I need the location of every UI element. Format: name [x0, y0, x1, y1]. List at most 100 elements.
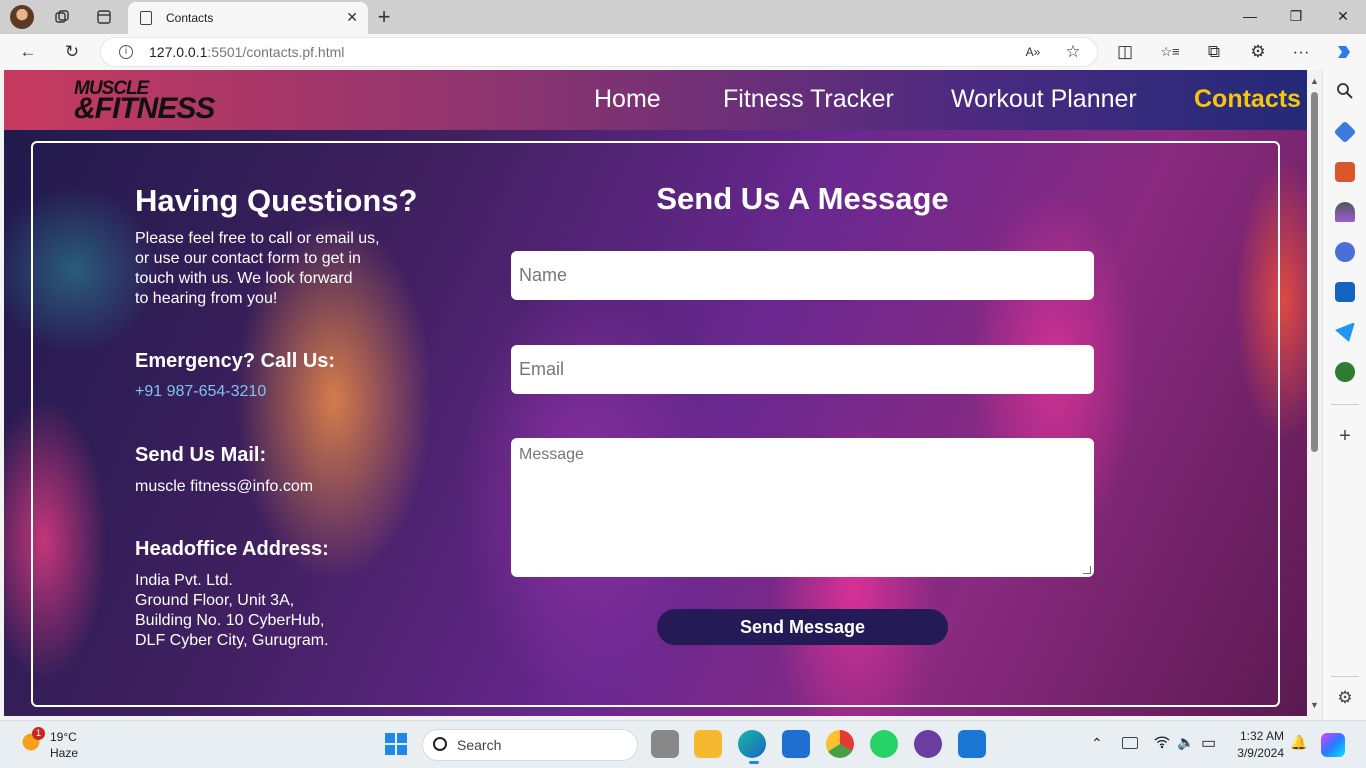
intro-line: touch with us. We look forward: [135, 270, 353, 287]
whatsapp-icon[interactable]: [870, 730, 898, 758]
maximize-button[interactable]: ❐: [1273, 4, 1319, 28]
page-scrollbar[interactable]: ▲ ▼: [1307, 70, 1322, 716]
email-field[interactable]: Email: [511, 345, 1094, 394]
scrollbar-thumb[interactable]: [1311, 92, 1318, 452]
address-line: Building No. 10 CyberHub,: [135, 612, 325, 629]
nav-contacts[interactable]: Contacts: [1194, 85, 1301, 114]
favorite-icon[interactable]: ☆: [1060, 40, 1086, 64]
taskbar-search[interactable]: Search: [422, 729, 638, 761]
read-aloud-icon[interactable]: A»: [1020, 40, 1046, 64]
more-menu-icon[interactable]: ···: [1288, 40, 1314, 64]
phone-link[interactable]: +91 987-654-3210: [135, 383, 266, 401]
send-message-button[interactable]: Send Message: [657, 609, 948, 645]
address-line: DLF Cyber City, Gurugram.: [135, 632, 329, 649]
vscode-icon[interactable]: [958, 730, 986, 758]
shopping-icon[interactable]: [1333, 120, 1357, 144]
search-placeholder: Search: [457, 737, 502, 753]
send-icon[interactable]: [1335, 322, 1355, 342]
tree-icon[interactable]: [1335, 362, 1355, 382]
github-desktop-icon[interactable]: [914, 730, 942, 758]
intro-line: to hearing from you!: [135, 290, 278, 307]
web-page: MUSCLE &FITNESS Home Fitness Tracker Wor…: [4, 70, 1307, 716]
tools-icon[interactable]: [1335, 162, 1355, 182]
site-logo[interactable]: MUSCLE &FITNESS: [74, 79, 224, 125]
onedrive-icon[interactable]: [1122, 737, 1138, 749]
file-explorer-icon[interactable]: [694, 730, 722, 758]
info-icon[interactable]: i: [119, 45, 133, 59]
close-window-button[interactable]: ✕: [1320, 4, 1366, 28]
address-heading: Headoffice Address:: [135, 538, 329, 560]
search-icon: [433, 737, 447, 751]
weather-temp[interactable]: 19°C: [50, 730, 77, 744]
questions-heading: Having Questions?: [135, 183, 418, 218]
back-icon[interactable]: ←: [15, 40, 41, 64]
nav-workout-planner[interactable]: Workout Planner: [951, 85, 1137, 114]
site-navbar: MUSCLE &FITNESS Home Fitness Tracker Wor…: [4, 70, 1307, 130]
address-text: India Pvt. Ltd. Ground Floor, Unit 3A, B…: [135, 571, 329, 651]
mail-heading: Send Us Mail:: [135, 444, 267, 466]
profile-avatar[interactable]: [10, 5, 34, 29]
reload-icon[interactable]: ↻: [59, 40, 85, 64]
windows-start-icon[interactable]: [382, 730, 410, 758]
browser-tab-bar: Contacts ✕ + — ❐ ✕: [0, 0, 1366, 34]
weather-desc[interactable]: Haze: [50, 746, 78, 760]
minimize-button[interactable]: —: [1227, 4, 1273, 28]
tab-title: Contacts: [166, 11, 214, 25]
battery-icon[interactable]: ▭: [1201, 733, 1216, 753]
copilot-taskbar-icon[interactable]: [1321, 733, 1345, 757]
active-app-indicator: [749, 761, 759, 764]
intro-line: Please feel free to call or email us,: [135, 230, 380, 247]
collections-icon[interactable]: ⧉: [1201, 40, 1227, 64]
scroll-up-icon[interactable]: ▲: [1310, 76, 1319, 86]
intro-text: Please feel free to call or email us, or…: [135, 229, 380, 309]
page-icon: [140, 11, 152, 25]
message-textarea[interactable]: Message: [511, 438, 1094, 577]
url-path: :5501/contacts.pf.html: [207, 44, 345, 60]
tab-actions-icon[interactable]: [92, 5, 116, 29]
close-tab-icon[interactable]: ✕: [346, 9, 358, 26]
edge-app-icon[interactable]: [738, 730, 766, 758]
microsoft365-icon[interactable]: [1335, 242, 1355, 262]
sidebar-search-icon[interactable]: [1335, 81, 1355, 101]
browser-essentials-icon[interactable]: ⚙: [1245, 40, 1271, 64]
address-line: Ground Floor, Unit 3A,: [135, 592, 295, 609]
split-screen-icon[interactable]: ◫: [1112, 40, 1138, 64]
notification-bell-icon[interactable]: 🔔: [1290, 734, 1307, 751]
url-field[interactable]: i 127.0.0.1:5501/contacts.pf.html: [100, 37, 1098, 67]
clock-date[interactable]: 3/9/2024: [1234, 746, 1284, 760]
tray-chevron-icon[interactable]: ⌃: [1091, 735, 1103, 752]
address-line: India Pvt. Ltd.: [135, 572, 233, 589]
sidebar-divider: [1331, 404, 1359, 405]
sidebar-divider: [1331, 676, 1359, 677]
nav-home[interactable]: Home: [594, 85, 661, 114]
add-icon[interactable]: +: [1335, 426, 1355, 446]
outlook-icon[interactable]: [1335, 282, 1355, 302]
clock-time[interactable]: 1:32 AM: [1234, 729, 1284, 743]
scroll-down-icon[interactable]: ▼: [1310, 700, 1319, 710]
email-text: muscle fitness@info.com: [135, 478, 314, 495]
name-field[interactable]: Name: [511, 251, 1094, 300]
workspaces-icon[interactable]: [50, 5, 74, 29]
weather-badge: 1: [32, 727, 45, 740]
store-icon[interactable]: [782, 730, 810, 758]
edge-sidebar: + ⚙: [1322, 70, 1366, 720]
games-icon[interactable]: [1335, 202, 1355, 222]
emergency-heading: Emergency? Call Us:: [135, 350, 336, 372]
favorites-icon[interactable]: ☆≡: [1157, 40, 1183, 64]
new-tab-icon[interactable]: +: [372, 4, 396, 29]
wifi-icon[interactable]: [1154, 735, 1170, 752]
settings-gear-icon[interactable]: ⚙: [1335, 688, 1355, 708]
chrome-icon[interactable]: [826, 730, 854, 758]
nav-fitness-tracker[interactable]: Fitness Tracker: [723, 85, 894, 114]
volume-icon[interactable]: 🔈: [1177, 734, 1194, 751]
logo-line-2: &FITNESS: [74, 92, 215, 125]
form-title: Send Us A Message: [656, 181, 949, 216]
resize-grip-icon[interactable]: [1083, 566, 1091, 574]
windows-taskbar: 1 19°C Haze Search ⌃ 🔈 ▭ 1:32 AM 3/9/202…: [0, 720, 1366, 768]
tab-contacts[interactable]: Contacts ✕: [128, 2, 368, 34]
copilot-icon[interactable]: [1331, 40, 1357, 64]
intro-line: or use our contact form to get in: [135, 250, 361, 267]
message-placeholder: Message: [519, 446, 584, 463]
task-view-icon[interactable]: [651, 730, 679, 758]
url-host: 127.0.0.1: [149, 44, 208, 60]
